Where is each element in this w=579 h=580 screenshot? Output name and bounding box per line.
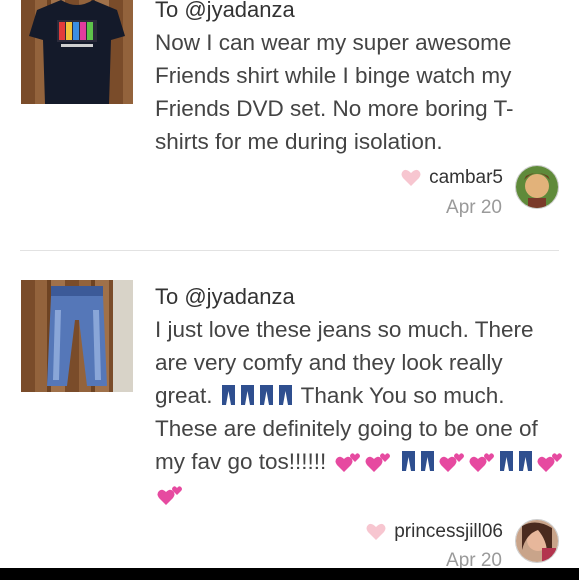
jeans-emoji-icon — [401, 451, 415, 471]
jeans-emoji-icon — [240, 385, 254, 405]
heart-icon[interactable] — [366, 523, 386, 541]
two-hearts-emoji-icon — [335, 453, 360, 472]
jeans-emoji-icon — [420, 451, 434, 471]
recipient-label: To @jyadanza — [155, 284, 295, 309]
review-card: To @jyadanza Now I can wear my super awe… — [0, 0, 579, 250]
jeans-emoji-icon — [221, 385, 235, 405]
jeans-emoji-icon — [499, 451, 513, 471]
user-avatar[interactable] — [515, 165, 559, 209]
two-hearts-emoji-icon — [439, 453, 464, 472]
jeans-emoji-icon — [278, 385, 292, 405]
avatar-photo-icon — [516, 166, 558, 208]
jeans-emoji-icon — [259, 385, 273, 405]
item-thumbnail[interactable] — [21, 280, 133, 392]
review-message: Now I can wear my super awesome Friends … — [155, 30, 514, 154]
recipient-label: To @jyadanza — [155, 0, 295, 22]
review-date: Apr 20 — [446, 197, 502, 218]
tshirt-icon — [29, 0, 125, 104]
jeans-emoji-icon — [518, 451, 532, 471]
item-thumbnail[interactable] — [21, 0, 133, 104]
system-nav-bar — [0, 568, 579, 580]
jeans-emoji-group — [219, 383, 301, 408]
two-hearts-emoji-icon — [365, 453, 390, 472]
username-link[interactable]: cambar5 — [429, 167, 503, 189]
jeans-icon — [47, 280, 133, 392]
avatar-photo-icon — [516, 520, 558, 562]
user-avatar[interactable] — [515, 519, 559, 563]
two-hearts-emoji-icon — [157, 486, 182, 505]
two-hearts-emoji-icon — [537, 453, 562, 472]
review-card: To @jyadanza I just love these jeans so … — [0, 251, 579, 571]
two-hearts-emoji-icon — [469, 453, 494, 472]
heart-icon[interactable] — [401, 169, 421, 187]
username-link[interactable]: princessjill06 — [394, 521, 503, 543]
review-message: I just love these jeans so much. There a… — [155, 313, 565, 511]
